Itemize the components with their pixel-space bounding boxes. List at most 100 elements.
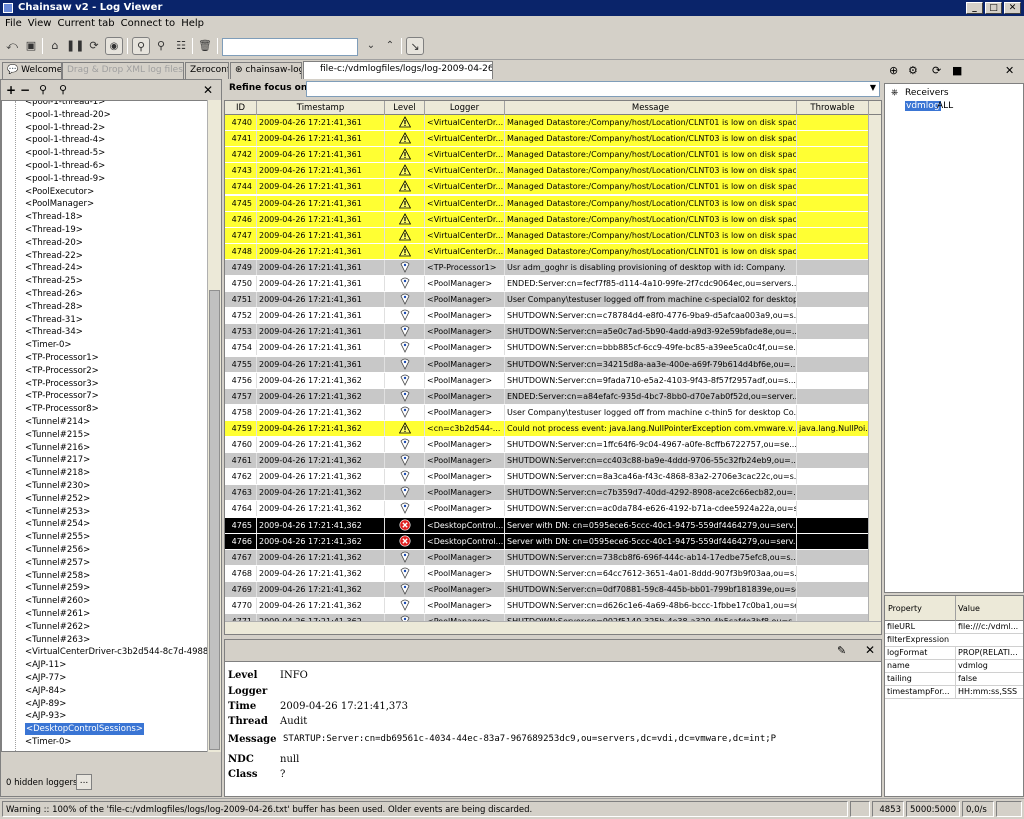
receiver-vdmlog[interactable]: vdmlog [905, 101, 941, 111]
column-header-logger[interactable]: Logger [425, 101, 505, 115]
event-row[interactable]: 4767 2009-04-26 17:21:41,362 <PoolManager>… [225, 549, 869, 566]
refine-combo[interactable]: ▼ [306, 81, 880, 97]
save-icon[interactable]: ▣ [22, 37, 40, 55]
event-row[interactable]: 4766 2009-04-26 17:21:41,362 <DesktopContr… [225, 533, 869, 550]
logger-tree-item[interactable]: <Tunnel#259> [25, 582, 90, 594]
pause-icon[interactable]: ❚❚ [66, 37, 84, 55]
collapse-icon[interactable]: − [20, 80, 30, 100]
event-row[interactable]: 4742 2009-04-26 17:21:41,361 <VirtualCente… [225, 147, 869, 164]
logger-tree-item[interactable]: <Thread-25> [25, 275, 83, 287]
event-row[interactable]: 4745 2009-04-26 17:21:41,361 <VirtualCente… [225, 195, 869, 212]
logger-tree-item[interactable]: <Tunnel#263> [25, 634, 90, 646]
event-row[interactable]: 4765 2009-04-26 17:21:41,362 <DesktopContr… [225, 517, 869, 534]
event-row[interactable]: 4763 2009-04-26 17:21:41,362 <PoolManager>… [225, 485, 869, 502]
tab-log-file[interactable]: file-c:/vdmlogfiles/logs/log-2009-04-26.… [303, 61, 493, 79]
event-row[interactable]: 4746 2009-04-26 17:21:41,361 <VirtualCente… [225, 211, 869, 228]
event-row[interactable]: 4754 2009-04-26 17:21:41,361 <PoolManager>… [225, 340, 869, 357]
logger-tree-item[interactable]: <pool-1-thread-1> [25, 101, 105, 108]
event-row[interactable]: 4749 2009-04-26 17:21:41,361 <TP-Processor… [225, 259, 869, 276]
menu-current-tab[interactable]: Current tab [54, 16, 117, 32]
logger-tree-item[interactable]: <Tunnel#256> [25, 544, 90, 556]
event-row[interactable]: 4761 2009-04-26 17:21:41,362 <PoolManager>… [225, 453, 869, 470]
column-header-id[interactable]: ID [225, 101, 257, 115]
logger-tree-item[interactable]: <Tunnel#252> [25, 493, 90, 505]
receiver-stop-icon[interactable]: ■ [952, 64, 962, 77]
logger-tree-item[interactable]: <TP-Processor1> [25, 352, 99, 364]
expand-icon[interactable]: + [6, 80, 16, 100]
logger-tree-item[interactable]: <Thread-34> [25, 326, 83, 338]
logger-tree-item[interactable]: <Thread-28> [25, 301, 83, 313]
property-row[interactable]: logFormat PROP(RELATI... [885, 647, 1023, 660]
event-row[interactable]: 4752 2009-04-26 17:21:41,361 <PoolManager>… [225, 308, 869, 325]
logger-tree-item[interactable]: <DesktopControlSessions> [25, 723, 144, 736]
edit-icon[interactable]: ✎ [837, 644, 846, 657]
tab-zeroconf[interactable]: Zeroconf [185, 62, 229, 79]
event-row[interactable]: 4740 2009-04-26 17:21:41,361 <VirtualCente… [225, 115, 869, 131]
event-row[interactable]: 4751 2009-04-26 17:21:41,361 <PoolManager>… [225, 292, 869, 309]
logger-tree-item[interactable]: <AJP-11> [25, 659, 66, 671]
maximize-button[interactable]: □ [985, 2, 1002, 14]
logger-tree-item[interactable]: <PoolManager> [25, 198, 94, 210]
find-icon[interactable]: ⚲ [152, 37, 170, 55]
logger-tree-item[interactable]: <Thread-31> [25, 314, 83, 326]
event-row[interactable]: 4758 2009-04-26 17:21:41,362 <PoolManager>… [225, 404, 869, 421]
logger-tree-item[interactable]: <Thread-18> [25, 211, 83, 223]
close-window-button[interactable]: ✕ [1004, 2, 1021, 14]
logger-tree-item[interactable]: <pool-1-thread-9> [25, 173, 105, 185]
tree-scrollbar[interactable] [207, 100, 221, 752]
tab-welcome[interactable]: 💬 Welcome [2, 62, 62, 79]
close-details-icon[interactable]: ✕ [865, 643, 875, 657]
clear-trash-icon[interactable]: 🗑 [196, 37, 214, 55]
receiver-add-icon[interactable]: ⊕ [889, 64, 898, 77]
logger-tree-item[interactable]: <pool-1-thread-4> [25, 134, 105, 146]
event-row[interactable]: 4764 2009-04-26 17:21:41,362 <PoolManager>… [225, 501, 869, 518]
tab-chainsaw-log[interactable]: ⊛ chainsaw-log [230, 62, 302, 79]
logger-tree-item[interactable]: <AJP-89> [25, 698, 66, 710]
logger-tree-item[interactable]: <Tunnel#258> [25, 570, 90, 582]
layout-icon[interactable]: ☷ [172, 37, 190, 55]
logger-tree-item[interactable]: <Thread-26> [25, 288, 83, 300]
ignore-icon[interactable]: ⚲ [59, 80, 67, 100]
event-row[interactable]: 4770 2009-04-26 17:21:41,362 <PoolManager>… [225, 598, 869, 614]
property-row[interactable]: name vdmlog [885, 660, 1023, 673]
refresh-icon[interactable]: ⟳ [85, 37, 103, 55]
table-hscrollbar[interactable] [225, 621, 881, 634]
logger-tree-item[interactable]: <Tunnel#218> [25, 467, 90, 479]
event-row[interactable]: 4747 2009-04-26 17:21:41,361 <VirtualCente… [225, 227, 869, 244]
event-row[interactable]: 4744 2009-04-26 17:21:41,361 <VirtualCente… [225, 179, 869, 196]
event-row[interactable]: 4755 2009-04-26 17:21:41,361 <PoolManager>… [225, 356, 869, 373]
event-row[interactable]: 4748 2009-04-26 17:21:41,361 <VirtualCente… [225, 243, 869, 260]
scroll-to-bottom-icon[interactable]: ↘ [406, 37, 424, 55]
logger-tree-item[interactable]: <Tunnel#261> [25, 608, 90, 620]
event-row[interactable]: 4760 2009-04-26 17:21:41,362 <PoolManager>… [225, 437, 869, 453]
logger-tree-item[interactable]: <Tunnel#260> [25, 595, 90, 607]
logger-tree-item[interactable]: <pool-1-thread-6> [25, 160, 105, 172]
logger-tree-item[interactable]: <Timer-0> [25, 339, 71, 351]
event-row[interactable]: 4750 2009-04-26 17:21:41,361 <PoolManager>… [225, 276, 869, 292]
logger-tree-item[interactable]: <Tunnel#254> [25, 518, 90, 530]
column-header-timestamp[interactable]: Timestamp [257, 101, 385, 115]
event-row[interactable]: 4762 2009-04-26 17:21:41,362 <PoolManager>… [225, 469, 869, 486]
focus-icon[interactable]: ⚲ [39, 80, 47, 100]
logger-tree-item[interactable]: <TP-Processor3> [25, 378, 99, 390]
event-row[interactable]: 4741 2009-04-26 17:21:41,361 <VirtualCente… [225, 131, 869, 148]
logger-tree-item[interactable]: <Tunnel#262> [25, 621, 90, 633]
logger-tree-item[interactable]: <pool-1-thread-20> [25, 109, 111, 121]
event-row[interactable]: 4757 2009-04-26 17:21:41,362 <PoolManager>… [225, 388, 869, 405]
event-row[interactable]: 4756 2009-04-26 17:21:41,362 <PoolManager>… [225, 372, 869, 389]
logger-tree-item[interactable]: <TP-Processor8> [25, 403, 99, 415]
event-row[interactable]: 4753 2009-04-26 17:21:41,361 <PoolManager>… [225, 324, 869, 341]
logger-tree-item[interactable]: <Tunnel#214> [25, 416, 90, 428]
column-header-message[interactable]: Message [505, 101, 797, 115]
logger-tree-item[interactable]: <Thread-24> [25, 262, 83, 274]
logger-tree-item[interactable]: <Tunnel#230> [25, 480, 90, 492]
hidden-loggers-button[interactable]: ... [76, 774, 92, 790]
logger-tree-item[interactable]: <Tunnel#257> [25, 557, 90, 569]
receivers-root[interactable]: Receivers [905, 88, 949, 98]
tab-drag-drop[interactable]: Drag & Drop XML log files here [62, 62, 184, 79]
logger-tree-item[interactable]: <Timer-0> [25, 736, 71, 748]
logger-tree-item[interactable]: <TP-Processor7> [25, 390, 99, 402]
receiver-restart-icon[interactable]: ⟳ [932, 64, 941, 77]
close-tree-icon[interactable]: ✕ [203, 80, 213, 100]
logger-tree-item[interactable]: <PoolExecutor> [25, 186, 94, 198]
